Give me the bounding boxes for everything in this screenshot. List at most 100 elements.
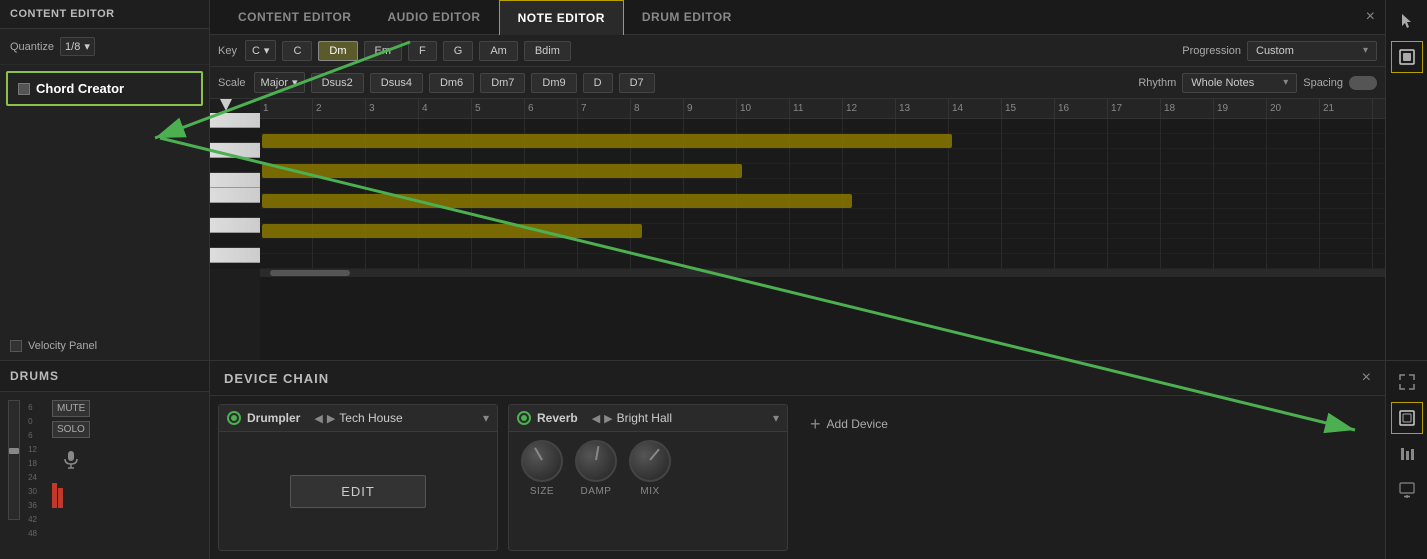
add-device-label: Add Device <box>827 417 888 431</box>
rhythm-arrow-icon: ▾ <box>1283 77 1288 88</box>
key-select[interactable]: C ▾ <box>245 40 276 61</box>
drumpler-next-icon[interactable]: ▶ <box>327 412 335 425</box>
note-bar-2[interactable] <box>262 164 742 178</box>
quantize-arrow-icon: ▾ <box>84 40 90 53</box>
device-view-icon[interactable] <box>1391 402 1423 434</box>
tab-content-editor[interactable]: CONTENT EDITOR <box>220 0 369 34</box>
chord-btn-Dm[interactable]: Dm <box>318 41 357 61</box>
scale-value: Major <box>261 77 289 89</box>
bottom-right-panel <box>1385 361 1427 559</box>
rhythm-value: Whole Notes <box>1191 77 1279 89</box>
tab-note-editor[interactable]: NOTE EDITOR <box>499 0 624 35</box>
scale-row: Scale Major ▾ Dsus2 Dsus4 Dm6 Dm7 Dm9 D … <box>210 67 1385 99</box>
add-track-icon[interactable] <box>1391 474 1423 506</box>
knob-damp[interactable] <box>575 440 617 482</box>
key-value: C <box>252 45 260 57</box>
mute-button[interactable]: MUTE <box>52 400 90 417</box>
chord-btn-F[interactable]: F <box>408 41 437 61</box>
scale-arrow-icon: ▾ <box>292 76 298 89</box>
chord-row: Key C ▾ C Dm Em F G Am Bdim Progression … <box>210 35 1385 67</box>
add-device-button[interactable]: + Add Device <box>798 404 900 444</box>
expand-icon[interactable] <box>1391 366 1423 398</box>
knob-mix[interactable] <box>629 440 671 482</box>
piano-keys <box>210 99 260 269</box>
chord-btn-Em[interactable]: Em <box>364 41 403 61</box>
spacing-toggle[interactable] <box>1349 76 1377 90</box>
chord-btn-G[interactable]: G <box>443 41 474 61</box>
chord-btn-Am[interactable]: Am <box>479 41 518 61</box>
close-icon: × <box>1366 8 1375 25</box>
piano-roll-grid[interactable]: 1 2 3 4 5 6 7 8 9 10 11 12 13 <box>260 99 1385 360</box>
reverb-preset: Bright Hall <box>617 411 672 425</box>
drumpler-prev-icon[interactable]: ◀ <box>314 412 322 425</box>
chord-btn-Dm6[interactable]: Dm6 <box>429 73 474 93</box>
add-device-plus-icon: + <box>810 414 821 435</box>
chord-creator-section[interactable]: Chord Creator <box>6 71 203 106</box>
note-bar-4[interactable] <box>262 224 642 238</box>
chord-btn-C[interactable]: C <box>282 41 312 61</box>
chord-btn-Dsus2[interactable]: Dsus2 <box>311 73 364 93</box>
device-chain-close-icon[interactable]: × <box>1362 369 1371 387</box>
solo-button[interactable]: SOLO <box>52 421 90 438</box>
channel-strip: MUTE SOLO <box>52 400 90 508</box>
chord-btn-D[interactable]: D <box>583 73 613 93</box>
key-label: Key <box>218 45 237 57</box>
drums-fader[interactable]: 60612182430364248 <box>8 400 20 520</box>
chord-creator-checkbox[interactable] <box>18 83 30 95</box>
quantize-label: Quantize <box>10 41 54 53</box>
knob-size-container: SIZE <box>521 440 563 497</box>
drums-title: DRUMS <box>10 369 59 383</box>
drumpler-edit-button[interactable]: EDIT <box>290 475 426 508</box>
chord-btn-D7[interactable]: D7 <box>619 73 655 93</box>
editor-tabs: CONTENT EDITOR AUDIO EDITOR NOTE EDITOR … <box>210 0 1385 35</box>
progression-label: Progression <box>1182 45 1241 57</box>
rhythm-label: Rhythm <box>1138 77 1176 89</box>
tab-audio-editor[interactable]: AUDIO EDITOR <box>369 0 498 34</box>
mixer-icon[interactable] <box>1391 438 1423 470</box>
drumpler-nav: ◀ ▶ Tech House <box>314 411 402 425</box>
progression-section: Progression Custom ▾ <box>1182 41 1377 61</box>
chord-btn-Dm9[interactable]: Dm9 <box>531 73 576 93</box>
plugin-icon[interactable] <box>1391 41 1423 73</box>
tab-drum-editor[interactable]: DRUM EDITOR <box>624 0 750 34</box>
mic-icon <box>52 450 90 470</box>
drumpler-preset: Tech House <box>339 411 402 425</box>
quantize-select[interactable]: 1/8 ▾ <box>60 37 95 56</box>
knob-damp-label: DAMP <box>581 486 612 497</box>
reverb-dropdown-icon[interactable]: ▾ <box>773 411 779 425</box>
quantize-value: 1/8 <box>65 41 80 53</box>
rhythm-select[interactable]: Whole Notes ▾ <box>1182 73 1297 93</box>
drumpler-power-button[interactable] <box>227 411 241 425</box>
level-bars <box>52 478 90 508</box>
chord-btn-Dm7[interactable]: Dm7 <box>480 73 525 93</box>
progression-select[interactable]: Custom ▾ <box>1247 41 1377 61</box>
reverb-nav: ◀ ▶ Bright Hall <box>592 411 672 425</box>
scrollbar-horizontal[interactable] <box>260 269 1385 277</box>
chord-creator-label: Chord Creator <box>36 81 124 96</box>
key-arrow-icon: ▾ <box>264 44 270 57</box>
velocity-panel-label: Velocity Panel <box>28 340 97 352</box>
content-editor-title: CONTENT EDITOR <box>10 8 115 20</box>
device-reverb: Reverb ◀ ▶ Bright Hall ▾ SIZE <box>508 404 788 551</box>
knob-damp-container: DAMP <box>575 440 617 497</box>
reverb-next-icon[interactable]: ▶ <box>604 412 612 425</box>
reverb-power-button[interactable] <box>517 411 531 425</box>
reverb-knobs: SIZE DAMP MIX <box>509 432 787 505</box>
knob-size[interactable] <box>521 440 563 482</box>
rhythm-section: Rhythm Whole Notes ▾ Spacing <box>1138 73 1377 93</box>
note-bar-3[interactable] <box>262 194 852 208</box>
velocity-panel-checkbox[interactable] <box>10 340 22 352</box>
scale-select[interactable]: Major ▾ <box>254 72 305 93</box>
note-bar-1[interactable] <box>262 134 952 148</box>
scale-label: Scale <box>218 77 246 89</box>
knob-mix-label: MIX <box>640 486 659 497</box>
chord-btn-Dsus4[interactable]: Dsus4 <box>370 73 423 93</box>
drumpler-dropdown-icon[interactable]: ▾ <box>483 411 489 425</box>
spacing-label: Spacing <box>1303 77 1343 89</box>
right-panel <box>1385 0 1427 360</box>
device-drumpler: Drumpler ◀ ▶ Tech House ▾ EDIT <box>218 404 498 551</box>
cursor-icon <box>1391 5 1423 37</box>
chord-btn-Bdim[interactable]: Bdim <box>524 41 571 61</box>
editor-close-button[interactable]: × <box>1366 8 1375 26</box>
reverb-prev-icon[interactable]: ◀ <box>592 412 600 425</box>
